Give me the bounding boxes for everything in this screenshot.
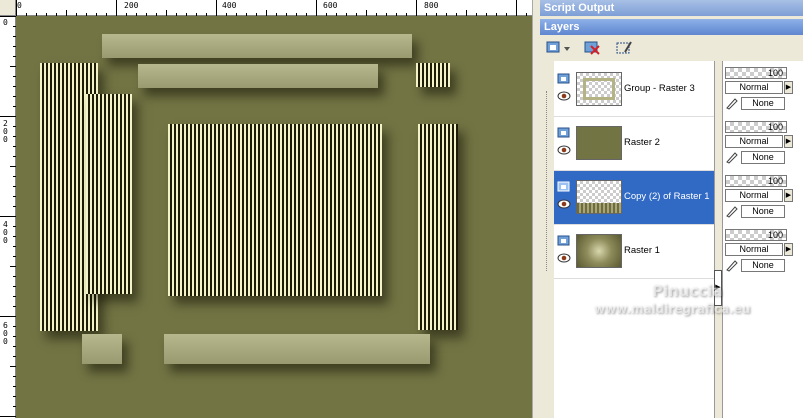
ruler-ticks [16, 0, 532, 16]
top-inner-bar-shape [138, 64, 378, 88]
right-striped-panel [418, 124, 458, 330]
image-canvas-area[interactable]: 0 200 400 600 800 0 2 0 0 4 0 0 6 0 0 [0, 0, 540, 418]
layer-name: Raster 1 [624, 245, 660, 256]
vertical-scrollbar[interactable] [532, 0, 540, 418]
brush-icon [726, 98, 738, 110]
eye-icon[interactable] [557, 199, 571, 209]
layer-name: Group - Raster 3 [624, 83, 695, 94]
layer-thumbnail [576, 126, 622, 160]
layer-properties-icon [616, 41, 632, 54]
ruler-tick [216, 0, 217, 16]
layer-type-icon [557, 181, 570, 192]
blend-mode-arrow-icon[interactable]: ▶ [784, 81, 793, 94]
watermark-url: www.maldiregrafica.eu [594, 302, 751, 316]
blend-mode-arrow-icon[interactable]: ▶ [784, 135, 793, 148]
layer-thumbnail [576, 72, 622, 106]
ruler-ticks [0, 16, 16, 418]
panel-splitter[interactable] [714, 61, 723, 418]
layers-palette-title[interactable]: Layers [540, 19, 803, 35]
blend-mode-arrow-icon[interactable]: ▶ [784, 189, 793, 202]
blend-mode-select[interactable]: Normal [725, 243, 783, 256]
ruler-tick [0, 316, 16, 317]
image-document[interactable] [16, 16, 532, 418]
layer-props-raster-1: 100 Normal ▶ None [725, 227, 801, 277]
left-inner-striped-panel [86, 94, 132, 294]
vertical-ruler: 0 2 0 0 4 0 0 6 0 0 [0, 16, 16, 418]
brush-icon [726, 206, 738, 218]
layer-props-copy-2-of-raster-1: 100 Normal ▶ None [725, 173, 801, 223]
layer-type-icon [557, 235, 570, 246]
delete-layer-button[interactable] [582, 39, 602, 57]
brush-icon [726, 152, 738, 164]
layer-tree-line [546, 91, 548, 271]
ruler-tick [0, 216, 16, 217]
layer-list: Group - Raster 3 Raster 2 Copy (2) of Ra… [546, 61, 714, 418]
blend-mode-select[interactable]: Normal [725, 135, 783, 148]
layer-row-copy-2-of-raster-1[interactable]: Copy (2) of Raster 1 [554, 171, 714, 225]
ruler-tick [116, 0, 117, 16]
ruler-corner [0, 0, 16, 16]
eye-icon[interactable] [557, 253, 571, 263]
blend-mode-select[interactable]: Normal [725, 81, 783, 94]
script-output-title[interactable]: Script Output [540, 0, 803, 16]
layer-row-raster-2[interactable]: Raster 2 [554, 117, 714, 171]
eye-icon[interactable] [557, 91, 571, 101]
layer-properties-button[interactable] [614, 39, 634, 57]
link-select[interactable]: None [741, 97, 785, 110]
bottom-bar-shape [164, 334, 430, 364]
opacity-field[interactable]: 100 [725, 121, 787, 133]
link-select[interactable]: None [741, 259, 785, 272]
layer-type-icon [557, 127, 570, 138]
blend-mode-select[interactable]: Normal [725, 189, 783, 202]
layer-thumbnail [576, 180, 622, 214]
ruler-tick [0, 116, 16, 117]
layer-name: Copy (2) of Raster 1 [624, 191, 710, 202]
ruler-tick [416, 0, 417, 16]
ruler-tick [516, 0, 517, 16]
layer-props-raster-2: 100 Normal ▶ None [725, 119, 801, 169]
layer-props-group-raster-3: 100 Normal ▶ None [725, 65, 801, 115]
layer-row-group-raster-3[interactable]: Group - Raster 3 [554, 63, 714, 117]
layer-properties-column: 100 Normal ▶ None 100 Normal ▶ None 100 … [723, 61, 803, 418]
ruler-tick [0, 416, 16, 417]
link-select[interactable]: None [741, 205, 785, 218]
horizontal-ruler: 0 200 400 600 800 [16, 0, 532, 16]
opacity-field[interactable]: 100 [725, 175, 787, 187]
link-select[interactable]: None [741, 151, 785, 164]
layer-name: Raster 2 [624, 137, 660, 148]
bottom-left-block [82, 334, 122, 364]
new-raster-layer-icon [546, 41, 570, 53]
opacity-field[interactable]: 100 [725, 67, 787, 79]
center-striped-panel [168, 124, 382, 296]
layer-thumbnail [576, 234, 622, 268]
ruler-tick [316, 0, 317, 16]
watermark-name: Pinuccia [652, 282, 723, 300]
opacity-field[interactable]: 100 [725, 229, 787, 241]
layers-toolbar [540, 35, 803, 61]
delete-layer-icon [584, 41, 600, 55]
palette-panel: Script Output Layers Group - Raster 3 Ra… [540, 0, 803, 418]
ruler-tick [16, 0, 17, 16]
blend-mode-arrow-icon[interactable]: ▶ [784, 243, 793, 256]
layer-type-icon [557, 73, 570, 84]
brush-icon [726, 260, 738, 272]
top-bar-shape [102, 34, 412, 58]
new-raster-layer-button[interactable] [544, 39, 572, 57]
eye-icon[interactable] [557, 145, 571, 155]
layer-row-raster-1[interactable]: Raster 1 [554, 225, 714, 279]
ruler-tick [0, 16, 16, 17]
small-striped-block [416, 63, 450, 87]
